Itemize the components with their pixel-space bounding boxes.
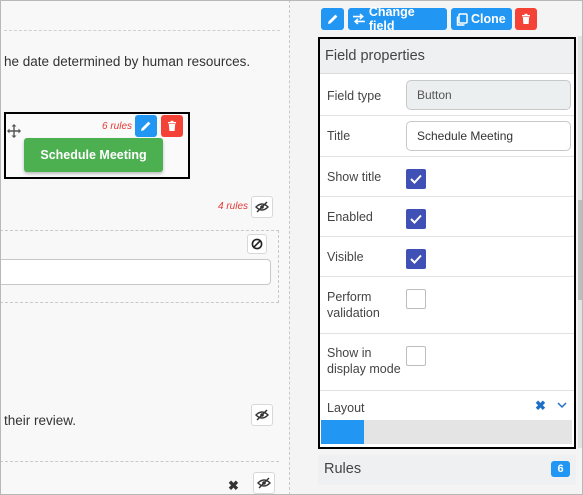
prop-row-show-in-display-mode: Show in display mode	[320, 334, 574, 391]
block-icon	[251, 238, 263, 250]
rules-count-label[interactable]: 6 rules	[102, 121, 132, 132]
prop-row-title: Title Schedule Meeting	[320, 116, 574, 157]
chevron-down-icon[interactable]	[557, 402, 567, 409]
field-properties-header[interactable]: Field properties	[320, 39, 574, 74]
check-icon	[410, 254, 422, 264]
visible-checkbox[interactable]	[406, 249, 426, 269]
edit-field-button[interactable]	[135, 115, 157, 137]
visible-label: Visible	[327, 250, 364, 264]
perform-validation-label: Perform validation	[327, 290, 380, 320]
change-field-button[interactable]: Change field	[348, 5, 447, 33]
visibility-toggle-button-2[interactable]	[251, 404, 273, 426]
rules-section[interactable]: Rules 6	[318, 455, 576, 485]
show-title-label: Show title	[327, 170, 382, 184]
divider-bottom	[0, 461, 279, 462]
rules-count-badge: 6	[551, 461, 570, 477]
paragraph-text-2: their review.	[4, 413, 77, 428]
eye-slash-icon	[255, 409, 269, 421]
prop-row-enabled: Enabled	[320, 197, 574, 237]
text-input[interactable]	[0, 259, 271, 285]
enabled-label: Enabled	[327, 210, 373, 224]
paragraph-text: he date determined by human resources.	[4, 54, 251, 69]
rules-title: Rules	[324, 461, 362, 477]
field-type-input: Button	[406, 80, 571, 110]
swap-arrows-icon	[352, 13, 365, 25]
check-icon	[410, 174, 422, 184]
scrollbar-thumb[interactable]	[578, 200, 582, 300]
pencil-icon	[141, 121, 151, 131]
visibility-toggle-button-3[interactable]	[253, 472, 275, 494]
delete-button[interactable]	[515, 8, 537, 30]
prop-row-perform-validation: Perform validation	[320, 277, 574, 334]
trash-icon	[522, 13, 530, 24]
eye-slash-icon	[257, 477, 271, 489]
layout-progress-fill	[321, 420, 364, 444]
close-icon[interactable]: ✖	[228, 478, 239, 494]
pencil-icon	[327, 14, 337, 24]
show-in-display-mode-label: Show in display mode	[327, 346, 401, 376]
copy-icon	[456, 12, 468, 26]
perform-validation-checkbox[interactable]	[406, 289, 426, 309]
check-icon	[410, 214, 422, 224]
visibility-toggle-button[interactable]	[251, 196, 273, 218]
layout-label: Layout	[327, 401, 365, 415]
prop-row-layout[interactable]: Layout ✖	[320, 392, 574, 420]
title-label: Title	[327, 129, 351, 143]
rules-count-label-2[interactable]: 4 rules	[218, 201, 248, 212]
show-in-display-mode-checkbox[interactable]	[406, 346, 426, 366]
clone-label: Clone	[471, 12, 506, 26]
prop-row-field-type: Field type Button	[320, 75, 574, 116]
show-title-checkbox[interactable]	[406, 169, 426, 189]
divider	[4, 30, 280, 31]
enabled-checkbox[interactable]	[406, 209, 426, 229]
disabled-toggle-button[interactable]	[247, 234, 267, 254]
prop-row-visible: Visible	[320, 237, 574, 277]
title-input[interactable]: Schedule Meeting	[406, 121, 571, 151]
move-icon[interactable]	[6, 123, 22, 139]
field-type-label: Field type	[327, 89, 382, 103]
prop-row-show-title: Show title	[320, 157, 574, 197]
clear-icon[interactable]: ✖	[535, 398, 546, 414]
change-field-label: Change field	[368, 5, 415, 33]
clone-button[interactable]: Clone	[451, 8, 512, 30]
schedule-meeting-button[interactable]: Schedule Meeting	[24, 138, 163, 172]
form-canvas: he date determined by human resources. 6…	[0, 0, 290, 495]
eye-slash-icon	[255, 201, 269, 213]
delete-field-button[interactable]	[161, 115, 183, 137]
edit-button[interactable]	[321, 8, 344, 30]
trash-icon	[168, 120, 176, 131]
